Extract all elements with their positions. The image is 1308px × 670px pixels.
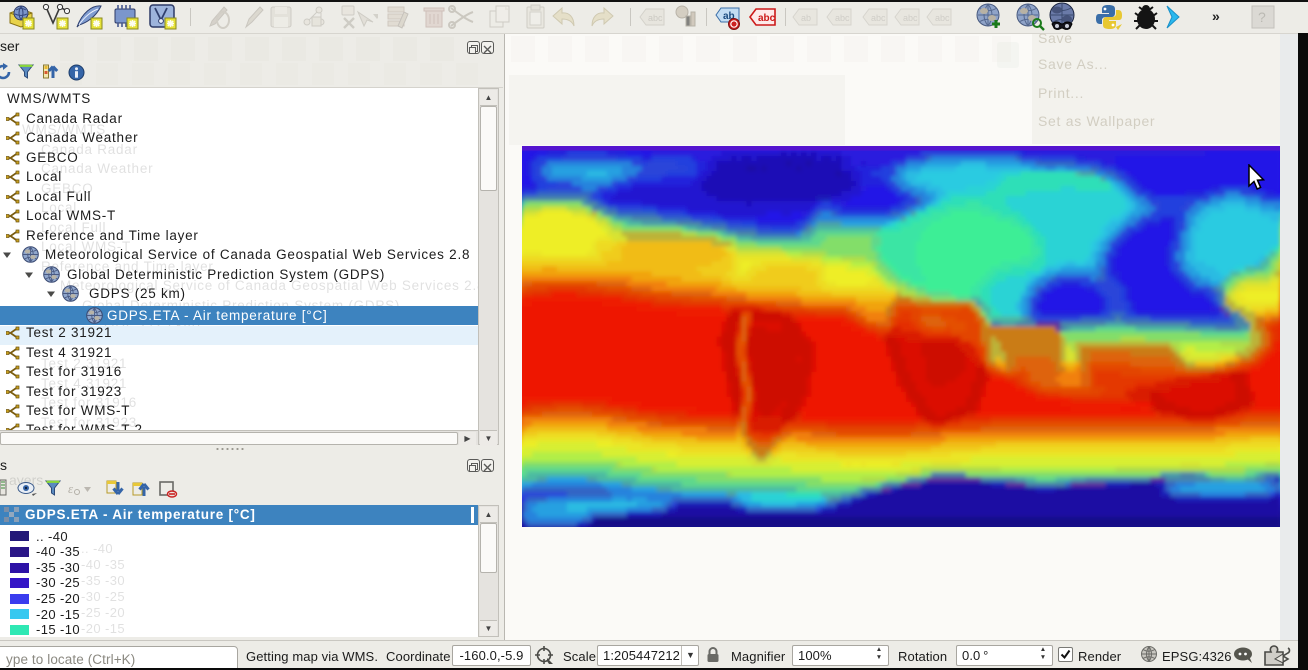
svg-text:?: ? xyxy=(1258,9,1266,25)
svg-text:abc: abc xyxy=(648,13,663,23)
svg-text:ε: ε xyxy=(68,481,74,496)
svg-text:abc: abc xyxy=(935,13,950,23)
svg-text:abc: abc xyxy=(903,13,918,23)
svg-text:ab: ab xyxy=(801,13,811,23)
svg-text:abc: abc xyxy=(758,13,776,24)
svg-text:abc: abc xyxy=(835,13,850,23)
svg-text:abc: abc xyxy=(871,13,886,23)
